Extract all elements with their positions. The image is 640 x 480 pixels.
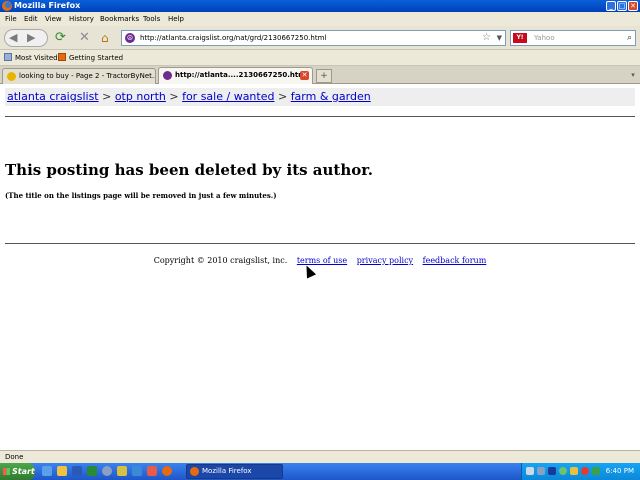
breadcrumb-separator: > bbox=[102, 90, 112, 103]
stop-icon[interactable]: ✕ bbox=[79, 30, 90, 46]
tab-favicon-icon bbox=[7, 72, 16, 81]
search-box[interactable]: Y! Yahoo ⌕ bbox=[510, 30, 636, 46]
media-quicklaunch-icon[interactable] bbox=[102, 466, 112, 476]
breadcrumb-link-farm-garden[interactable]: farm & garden bbox=[291, 90, 371, 103]
windows-logo-icon bbox=[3, 468, 10, 475]
divider bbox=[5, 116, 635, 117]
navigation-toolbar: ◀ ▶ ⟳ ✕ ⌂ ☮ http://atlanta.craigslist.or… bbox=[0, 26, 640, 50]
clock: 6:40 PM bbox=[605, 467, 634, 475]
tray-security-icon[interactable] bbox=[559, 467, 567, 475]
status-text: Done bbox=[5, 453, 24, 461]
menu-tools[interactable]: Tools bbox=[143, 12, 160, 26]
menu-history[interactable]: History bbox=[69, 12, 94, 26]
menu-view[interactable]: View bbox=[45, 12, 62, 26]
start-button[interactable]: Start bbox=[0, 463, 35, 480]
close-window-button[interactable]: ✕ bbox=[628, 1, 638, 11]
reload-icon[interactable]: ⟳ bbox=[55, 30, 66, 46]
page-content: atlanta craigslist > otp north > for sal… bbox=[0, 85, 640, 450]
tray-volume-icon[interactable] bbox=[570, 467, 578, 475]
tab-strip: looking to buy - Page 2 - TractorByNet..… bbox=[0, 66, 640, 84]
feedback-forum-link[interactable]: feedback forum bbox=[423, 256, 487, 265]
search-icon[interactable]: ⌕ bbox=[627, 31, 632, 45]
site-favicon-icon: ☮ bbox=[125, 33, 135, 43]
firefox-quicklaunch-icon[interactable] bbox=[162, 466, 172, 476]
maximize-button[interactable]: □ bbox=[617, 1, 627, 11]
status-bar: Done bbox=[0, 450, 640, 463]
title-bar: Mozilla Firefox _ □ ✕ bbox=[0, 0, 640, 12]
copyright-text: Copyright © 2010 craigslist, inc. bbox=[153, 256, 288, 265]
taskbar: Start Mozilla Firefox 6:40 PM bbox=[0, 463, 640, 480]
yahoo-engine-icon[interactable]: Y! bbox=[513, 33, 527, 43]
tray-app-icon[interactable] bbox=[526, 467, 534, 475]
breadcrumb-link-for-sale[interactable]: for sale / wanted bbox=[182, 90, 274, 103]
menu-help[interactable]: Help bbox=[168, 12, 184, 26]
terms-of-use-link[interactable]: terms of use bbox=[297, 256, 347, 265]
firefox-bookmark-icon bbox=[58, 53, 66, 61]
taskbar-firefox-button[interactable]: Mozilla Firefox bbox=[186, 464, 283, 479]
bookmark-folder-icon bbox=[4, 53, 12, 61]
excel-quicklaunch-icon[interactable] bbox=[87, 466, 97, 476]
deleted-heading: This posting has been deleted by its aut… bbox=[5, 161, 373, 179]
breadcrumb-separator: > bbox=[169, 90, 179, 103]
search-placeholder: Yahoo bbox=[534, 34, 555, 42]
menu-bar: File Edit View History Bookmarks Tools H… bbox=[0, 12, 640, 26]
tray-network-icon[interactable] bbox=[537, 467, 545, 475]
word-quicklaunch-icon[interactable] bbox=[72, 466, 82, 476]
globe-quicklaunch-icon[interactable] bbox=[132, 466, 142, 476]
minimize-button[interactable]: _ bbox=[606, 1, 616, 11]
back-arrow-icon[interactable]: ◀ bbox=[9, 30, 17, 46]
system-tray: 6:40 PM bbox=[521, 463, 640, 480]
tray-shield-icon[interactable] bbox=[592, 467, 600, 475]
breadcrumb: atlanta craigslist > otp north > for sal… bbox=[5, 88, 635, 106]
new-tab-button[interactable]: + bbox=[316, 69, 332, 83]
url-dropdown-icon[interactable]: ▼ bbox=[497, 31, 502, 45]
tab-tractorbynet[interactable]: looking to buy - Page 2 - TractorByNet..… bbox=[2, 68, 156, 84]
menu-edit[interactable]: Edit bbox=[24, 12, 38, 26]
deleted-note: (The title on the listings page will be … bbox=[5, 191, 277, 200]
url-bar[interactable]: ☮ http://atlanta.craigslist.org/nat/grd/… bbox=[121, 30, 506, 46]
bookmarks-toolbar: Most Visited Getting Started bbox=[0, 50, 640, 66]
breadcrumb-link-atlanta[interactable]: atlanta craigslist bbox=[7, 90, 99, 103]
bookmark-getting-started[interactable]: Getting Started bbox=[58, 50, 123, 66]
home-icon[interactable]: ⌂ bbox=[101, 30, 109, 46]
folder-quicklaunch-icon[interactable] bbox=[57, 466, 67, 476]
back-forward-group: ◀ ▶ bbox=[4, 29, 48, 47]
tab-favicon-icon bbox=[163, 71, 172, 80]
menu-bookmarks[interactable]: Bookmarks bbox=[100, 12, 139, 26]
firefox-logo-icon bbox=[2, 1, 12, 11]
bookmark-most-visited[interactable]: Most Visited bbox=[4, 50, 58, 66]
app-quicklaunch-icon[interactable] bbox=[117, 466, 127, 476]
breadcrumb-separator: > bbox=[277, 90, 288, 103]
chat-quicklaunch-icon[interactable] bbox=[147, 466, 157, 476]
tray-update-icon[interactable] bbox=[581, 467, 589, 475]
breadcrumb-link-otp-north[interactable]: otp north bbox=[115, 90, 166, 103]
tray-media-icon[interactable] bbox=[548, 467, 556, 475]
tab-close-icon[interactable]: ✕ bbox=[300, 71, 309, 80]
privacy-policy-link[interactable]: privacy policy bbox=[357, 256, 413, 265]
ie-quicklaunch-icon[interactable] bbox=[42, 466, 52, 476]
forward-arrow-icon[interactable]: ▶ bbox=[27, 30, 35, 46]
menu-file[interactable]: File bbox=[5, 12, 17, 26]
firefox-task-icon bbox=[190, 467, 199, 476]
tab-list-icon[interactable]: ▾ bbox=[628, 69, 638, 81]
url-text: http://atlanta.craigslist.org/nat/grd/21… bbox=[140, 34, 327, 42]
window-title: Mozilla Firefox bbox=[14, 1, 81, 10]
bookmark-star-icon[interactable]: ☆ bbox=[482, 31, 491, 45]
divider bbox=[5, 243, 635, 244]
page-footer: Copyright © 2010 craigslist, inc. terms … bbox=[0, 255, 640, 267]
tab-craigslist[interactable]: http://atlanta....2130667250.html ✕ bbox=[158, 67, 313, 84]
